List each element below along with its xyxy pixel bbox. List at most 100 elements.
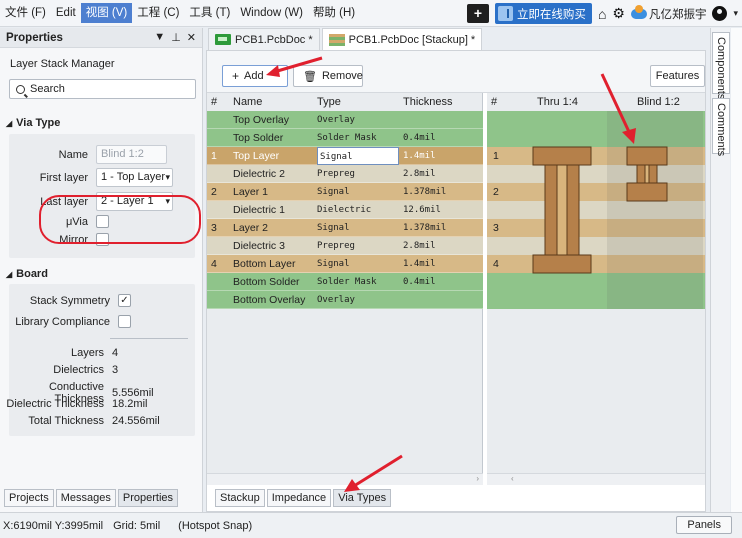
row-number [211,291,229,309]
table-row[interactable]: 3 Layer 2 Signal 1.378mil [207,219,483,237]
stack-symmetry-checkbox[interactable]: ✓ [118,294,131,307]
row-layer-name[interactable]: Layer 2 [233,219,315,237]
row-layer-type[interactable]: Signal [317,219,399,237]
row-layer-thickness[interactable] [403,111,481,129]
col-header-number[interactable]: # [211,93,217,111]
search-input[interactable]: Search [9,79,196,99]
pin-icon[interactable]: ⊥ [171,31,181,44]
table-row[interactable]: Top Solder Solder Mask 0.4mil [207,129,483,147]
menu-file[interactable]: 文件 (F) [0,3,51,23]
home-icon[interactable]: ⌂ [598,6,606,22]
row-layer-name[interactable]: Top Layer [233,147,315,165]
panels-button[interactable]: Panels [676,516,732,534]
features-button[interactable]: Features [650,65,705,87]
row-layer-name[interactable]: Layer 1 [233,183,315,201]
account-icon[interactable] [712,6,728,21]
chevron-down-icon[interactable]: ▾ [733,8,738,19]
row-layer-name[interactable]: Dielectric 2 [233,165,315,183]
close-icon[interactable]: ✕ [187,31,196,44]
row-layer-name[interactable]: Dielectric 1 [233,201,315,219]
stackup-toolbar: + Add 🗑 Remove Features [207,51,705,93]
tab-components[interactable]: Components [712,32,730,99]
via-name-field[interactable]: Blind 1:2 [96,145,167,164]
last-layer-select[interactable]: 2 - Layer 1 [96,192,173,211]
gear-icon[interactable]: ⚙ [612,5,625,22]
row-layer-type[interactable]: Signal [317,255,399,273]
right-horizontal-scrollbar[interactable]: ‹ [487,473,705,485]
row-layer-name[interactable]: Bottom Layer [233,255,315,273]
row-layer-name[interactable]: Top Overlay [233,111,315,129]
row-layer-type[interactable]: Prepreg [317,237,399,255]
table-row[interactable]: Bottom Overlay Overlay [207,291,483,309]
menu-tools[interactable]: 工具 (T) [184,3,235,23]
uvia-checkbox[interactable] [96,215,109,228]
tab-properties[interactable]: Properties [117,489,179,507]
row-layer-type[interactable]: Dielectric [317,201,399,219]
menu-help[interactable]: 帮助 (H) [308,3,360,23]
table-row[interactable]: Dielectric 3 Prepreg 2.8mil [207,237,483,255]
add-plus-icon[interactable]: + [466,4,489,23]
row-layer-thickness[interactable]: 1.4mil [403,147,481,165]
row-layer-type[interactable]: Signal [317,147,399,165]
tab-pcb-doc[interactable]: PCB1.PcbDoc * [208,28,320,50]
board-section-toggle[interactable]: ◢ Board [6,268,48,280]
mirror-checkbox[interactable] [96,233,109,246]
mirror-label: Mirror [59,233,88,246]
tab-comments[interactable]: Comments [712,98,730,156]
buy-online-button[interactable]: 立即在线购买 [494,3,592,24]
menu-window[interactable]: Window (W) [235,3,308,23]
row-layer-thickness[interactable]: 1.378mil [403,183,481,201]
row-layer-type[interactable]: Signal [317,183,399,201]
table-row[interactable]: 1 Top Layer Signal 1.4mil [207,147,483,165]
row-layer-type[interactable]: Solder Mask [317,273,399,291]
row-layer-thickness[interactable]: 1.4mil [403,255,481,273]
via-col-header-thru[interactable]: Thru 1:4 [537,93,578,111]
row-layer-name[interactable]: Bottom Solder [233,273,315,291]
row-layer-name[interactable]: Bottom Overlay [233,291,315,309]
left-horizontal-scrollbar[interactable]: › [207,473,483,485]
col-header-type[interactable]: Type [317,93,341,111]
user-account[interactable]: 凡亿郑振宇 [630,4,706,22]
row-layer-name[interactable]: Dielectric 3 [233,237,315,255]
tab-projects[interactable]: Projects [4,489,54,507]
via-type-section-toggle[interactable]: ◢ Via Type [6,117,60,129]
tab-impedance[interactable]: Impedance [266,489,332,507]
table-row[interactable]: 2 Layer 1 Signal 1.378mil [207,183,483,201]
tab-via-types[interactable]: Via Types [333,489,392,507]
table-row[interactable]: Bottom Solder Solder Mask 0.4mil [207,273,483,291]
tab-messages[interactable]: Messages [55,489,116,507]
menu-edit[interactable]: Edit [51,3,81,23]
table-row[interactable]: 4 Bottom Layer Signal 1.4mil [207,255,483,273]
row-layer-type[interactable]: Overlay [317,111,399,129]
menu-project[interactable]: 工程 (C) [132,3,184,23]
add-button[interactable]: + Add [222,65,288,87]
via-col-header-blind[interactable]: Blind 1:2 [637,93,680,111]
row-layer-thickness[interactable]: 1.378mil [403,219,481,237]
col-header-thickness[interactable]: Thickness [403,93,453,111]
table-row[interactable]: Dielectric 1 Dielectric 12.6mil [207,201,483,219]
table-row[interactable]: Dielectric 2 Prepreg 2.8mil [207,165,483,183]
remove-button[interactable]: 🗑 Remove [293,65,363,87]
row-layer-thickness[interactable]: 12.6mil [403,201,481,219]
library-compliance-checkbox[interactable] [118,315,131,328]
panel-menu-icon[interactable]: ▼ [154,31,165,44]
row-layer-type[interactable]: Prepreg [317,165,399,183]
via-col-header-number[interactable]: # [491,93,497,111]
table-row[interactable]: Top Overlay Overlay [207,111,483,129]
row-layer-thickness[interactable]: 2.8mil [403,237,481,255]
tab-stackup-doc[interactable]: PCB1.PcbDoc [Stackup] * [321,28,483,50]
row-layer-type[interactable]: Solder Mask [317,129,399,147]
collapse-triangle-icon: ◢ [6,118,13,128]
row-layer-type[interactable]: Overlay [317,291,399,309]
first-layer-row: First layer 1 - Top Layer [0,168,173,187]
row-layer-thickness[interactable] [403,291,481,309]
tab-stackup[interactable]: Stackup [215,489,265,507]
row-layer-thickness[interactable]: 0.4mil [403,273,481,291]
thru-via-hole [556,164,568,256]
row-layer-name[interactable]: Top Solder [233,129,315,147]
row-layer-thickness[interactable]: 2.8mil [403,165,481,183]
col-header-name[interactable]: Name [233,93,262,111]
row-layer-thickness[interactable]: 0.4mil [403,129,481,147]
first-layer-select[interactable]: 1 - Top Layer [96,168,173,187]
menu-view[interactable]: 视图 (V) [80,3,133,23]
